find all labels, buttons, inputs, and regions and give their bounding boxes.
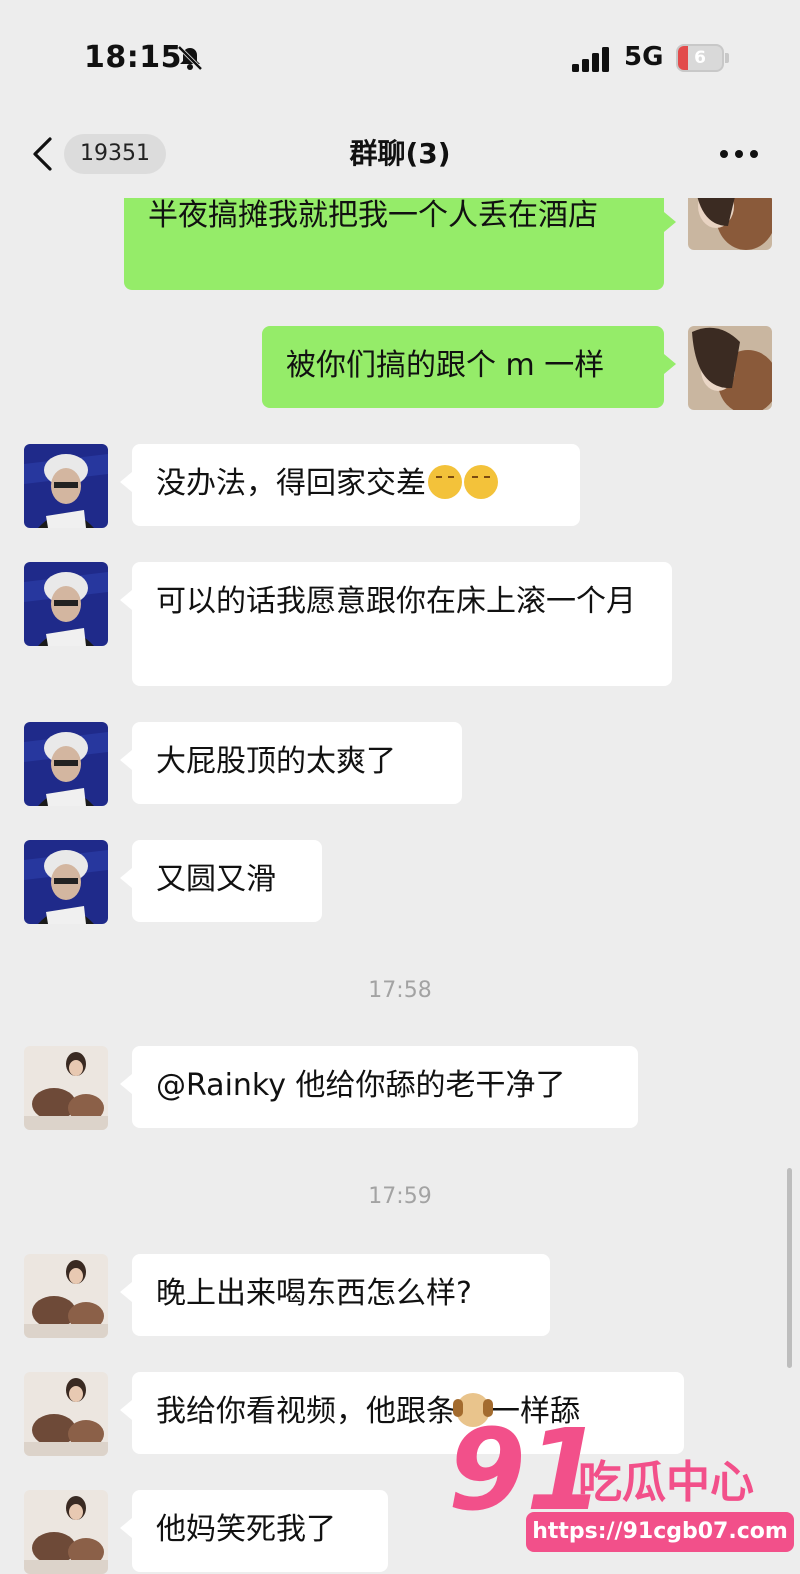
time-divider: 17:59: [368, 1184, 432, 1209]
message-text: 被你们搞的跟个 m 一样: [286, 348, 605, 383]
watermark-brand: 吃瓜中心: [578, 1457, 754, 1508]
contact-avatar[interactable]: [24, 722, 108, 806]
scrollbar[interactable]: [787, 1168, 792, 1368]
incoming-message[interactable]: @Rainky 他给你舔的老干净了: [120, 1046, 638, 1128]
message-text: 没办法，得回家交差: [156, 466, 426, 501]
battery-indicator: 6: [676, 44, 724, 72]
incoming-message[interactable]: 他妈笑死我了: [120, 1490, 388, 1572]
contact-avatar[interactable]: [24, 1372, 108, 1456]
battery-nub: [725, 53, 729, 63]
more-dots-icon[interactable]: [718, 148, 760, 160]
contact-avatar[interactable]: [24, 1046, 108, 1130]
battery-level: 6: [694, 48, 706, 68]
self-avatar[interactable]: [688, 326, 772, 410]
contact-avatar[interactable]: [24, 840, 108, 924]
incoming-message[interactable]: 晚上出来喝东西怎么样?: [120, 1254, 550, 1336]
incoming-message[interactable]: 又圆又滑: [120, 840, 322, 922]
contact-avatar[interactable]: [24, 1490, 108, 1574]
status-bar: 18:15 5G 6: [0, 0, 800, 110]
message-text: 我给你看视频，他跟条: [156, 1394, 456, 1429]
bell-slash-icon: [177, 45, 203, 71]
message-text: 晚上出来喝东西怎么样?: [156, 1276, 472, 1311]
message-text: 半夜搞摊我就把我一个人丢在酒店: [148, 198, 598, 233]
contact-avatar[interactable]: [24, 562, 108, 646]
status-time: 18:15: [84, 40, 182, 75]
chat-title: 群聊(3): [349, 137, 451, 170]
message-text: 又圆又滑: [156, 862, 276, 897]
incoming-message[interactable]: 可以的话我愿意跟你在床上滚一个月: [120, 562, 672, 686]
outgoing-message[interactable]: 被你们搞的跟个 m 一样: [262, 326, 676, 408]
time-divider: 17:58: [368, 978, 432, 1003]
network-label: 5G: [624, 42, 664, 72]
watermark: 91 吃瓜中心 https://91cgb07.com: [440, 1415, 800, 1573]
message-text: 可以的话我愿意跟你在床上滚一个月: [156, 584, 636, 619]
incoming-message[interactable]: 大屁股顶的太爽了: [120, 722, 462, 804]
crying-emoji-icon: [428, 465, 462, 499]
message-text: 大屁股顶的太爽了: [156, 744, 396, 779]
crying-emoji-icon: [464, 465, 498, 499]
message-text: @Rainky 他给你舔的老干净了: [156, 1068, 566, 1103]
outgoing-message[interactable]: 半夜搞摊我就把我一个人丢在酒店: [124, 184, 676, 290]
contact-avatar[interactable]: [24, 444, 108, 528]
message-text: 他妈笑死我了: [156, 1512, 336, 1547]
contact-avatar[interactable]: [24, 1254, 108, 1338]
signal-bars-icon: [572, 47, 609, 72]
incoming-message[interactable]: 没办法，得回家交差: [120, 444, 580, 526]
chat-header: 19351 群聊(3): [0, 110, 800, 198]
watermark-url: https://91cgb07.com: [526, 1512, 794, 1552]
